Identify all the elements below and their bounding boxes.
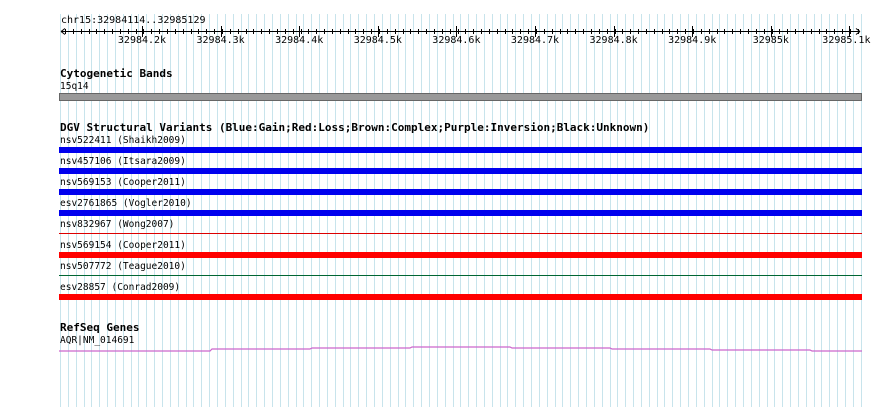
ruler-tick-label: 32984.6k — [432, 35, 481, 46]
cytoband-bar[interactable] — [59, 93, 862, 101]
dgv-feature-bar[interactable] — [59, 168, 862, 174]
dgv-feature-bar[interactable] — [59, 252, 862, 258]
dgv-feature-bar[interactable] — [59, 275, 862, 276]
dgv-feature-label[interactable]: nsv569154 (Cooper2011) — [60, 240, 186, 251]
refseq-gene-line[interactable] — [0, 344, 890, 354]
dgv-feature-label[interactable]: nsv507772 (Teague2010) — [60, 261, 186, 272]
dgv-feature-bar[interactable] — [59, 233, 862, 234]
ruler-tick-label: 32984.7k — [510, 35, 560, 46]
dgv-feature-label[interactable]: esv2761865 (Vogler2010) — [60, 198, 192, 209]
dgv-feature-bar[interactable] — [59, 147, 862, 153]
cytoband-track-title[interactable]: Cytogenetic Bands — [60, 68, 173, 80]
ruler-tick-label: 32984.9k — [668, 35, 717, 46]
ruler-tick-label: 32984.2k — [117, 35, 167, 46]
cytoband-band-label: 15q14 — [60, 81, 89, 92]
dgv-feature-label[interactable]: esv28857 (Conrad2009) — [60, 282, 180, 293]
refseq-gene-path — [59, 346, 862, 352]
dgv-feature-bar[interactable] — [59, 294, 862, 300]
refseq-track-title[interactable]: RefSeq Genes — [60, 322, 139, 334]
ruler-tick-label: 32984.5k — [353, 35, 402, 46]
ruler-tick-label: 32985k — [752, 35, 789, 46]
ruler-tick-label: 32984.4k — [275, 35, 324, 46]
dgv-feature-bar[interactable] — [59, 189, 862, 195]
dgv-feature-label[interactable]: nsv569153 (Cooper2011) — [60, 177, 186, 188]
ruler-tick-label: 32984.8k — [589, 35, 638, 46]
ruler-tick-label: 32984.3k — [196, 35, 245, 46]
dgv-feature-label[interactable]: nsv522411 (Shaikh2009) — [60, 135, 186, 146]
dgv-feature-bar[interactable] — [59, 210, 862, 216]
dgv-feature-label[interactable]: nsv457106 (Itsara2009) — [60, 156, 186, 167]
dgv-feature-label[interactable]: nsv832967 (Wong2007) — [60, 219, 174, 230]
genome-browser-view: chr15:32984114..32985129 32984.2k 32984.3… — [0, 0, 890, 407]
ruler-tick-label: 32985.1k — [822, 35, 871, 46]
dgv-track-title[interactable]: DGV Structural Variants (Blue:Gain;Red:L… — [60, 122, 649, 134]
